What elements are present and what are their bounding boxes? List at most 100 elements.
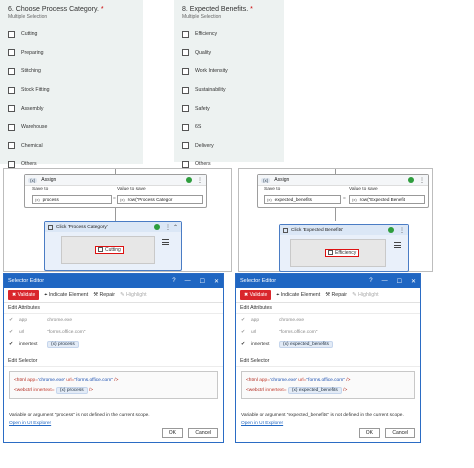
click-activity[interactable]: Click 'Process Category' ⋮ ⌃ Cutting (44, 221, 182, 271)
assign-activity[interactable]: (x) Assign ⋮ Save to Value to save (x) p… (24, 174, 207, 208)
attribute-row-url[interactable]: ✔ url "forms.office.com" (236, 326, 420, 338)
repair-button[interactable]: ⚒ Repair (325, 292, 347, 298)
validate-button[interactable]: ✖ Validate (8, 290, 40, 300)
selector-attr: innertext= (265, 387, 287, 393)
minimize-icon[interactable]: — (382, 278, 388, 285)
attr-name: url (251, 329, 257, 335)
option-efficiency[interactable]: Efficiency (182, 25, 276, 44)
option-label: Stock Fitting (21, 87, 50, 94)
check-icon[interactable]: ✔ (9, 342, 19, 347)
highlight-button[interactable]: ✎ Highlight (120, 292, 147, 298)
attribute-row-app[interactable]: ✔ app chrome.exe (4, 314, 223, 326)
selector-textbox[interactable]: <html app='chrome.exe' url= "forms.office… (241, 371, 415, 399)
open-ui-explorer-link[interactable]: Open in UI Explorer (4, 419, 223, 428)
maximize-icon[interactable]: ☐ (397, 278, 402, 285)
indicate-element-button[interactable]: ⌖ Indicate Element (276, 292, 320, 299)
checkbox[interactable] (8, 142, 15, 150)
option-assembly[interactable]: Assembly (8, 99, 135, 118)
cancel-button[interactable]: Cancel (385, 428, 415, 438)
save-to-label: Save to (32, 187, 49, 192)
option-warehouse[interactable]: Warehouse (8, 118, 135, 137)
minimize-icon[interactable]: — (185, 278, 191, 285)
value-to-save-field[interactable]: (x) row("Process Categor (117, 195, 203, 204)
selector-attr: app= (27, 377, 39, 383)
click-activity[interactable]: Click 'Expected Benefits' ⋮ Efficiency (279, 224, 409, 272)
question-text: 6. Choose Process Category. (8, 6, 99, 13)
highlight-button[interactable]: ✎ Highlight (352, 292, 379, 298)
checkbox[interactable] (8, 67, 15, 75)
variable-pill[interactable]: (x) process (47, 340, 79, 348)
option-chemical[interactable]: Chemical (8, 137, 135, 156)
edit-selector-header: Edit Selector (4, 356, 223, 367)
checkbox[interactable] (8, 49, 15, 57)
assign-activity[interactable]: (x) Assign ⋮ Save to Value to save (x) e… (257, 174, 429, 208)
option-cutting[interactable]: Cutting (8, 25, 135, 44)
checkbox[interactable] (8, 86, 15, 94)
more-options-icon[interactable]: ⋮ (197, 177, 203, 184)
question-subtitle: Multiple Selection (8, 14, 48, 20)
save-to-field[interactable]: (x) process (32, 195, 112, 204)
indicate-element-button[interactable]: ⌖ Indicate Element (44, 292, 88, 299)
close-icon[interactable]: ✕ (214, 278, 219, 285)
ok-button[interactable]: OK (161, 428, 183, 438)
check-icon[interactable]: ✔ (9, 318, 19, 323)
checkbox[interactable] (182, 142, 189, 150)
open-ui-explorer-link[interactable]: Open in UI Explorer (236, 419, 420, 428)
help-icon[interactable]: ? (172, 278, 175, 285)
selector-value: 'chrome.exe' (38, 377, 65, 383)
validate-button[interactable]: ✖ Validate (240, 290, 272, 300)
variable-pill[interactable]: (x) process (55, 386, 88, 394)
checkbox[interactable] (182, 123, 189, 131)
repair-button[interactable]: ⚒ Repair (93, 292, 115, 298)
maximize-icon[interactable]: ☐ (200, 278, 205, 285)
option-stock-fitting[interactable]: Stock Fitting (8, 81, 135, 100)
checkbox[interactable] (182, 49, 189, 57)
target-screenshot: Efficiency (290, 239, 386, 267)
collapse-icon[interactable]: ⌃ (173, 224, 178, 231)
editor-title: Selector Editor (8, 278, 45, 284)
menu-icon[interactable] (162, 239, 169, 247)
cancel-button[interactable]: Cancel (188, 428, 218, 438)
checkbox[interactable] (182, 67, 189, 75)
option-sustainability[interactable]: Sustainability (182, 81, 276, 100)
save-to-field[interactable]: (x) expected_benefits (264, 195, 341, 204)
checkbox[interactable] (8, 160, 15, 168)
check-icon[interactable]: ✔ (241, 318, 251, 323)
attr-value: "forms.office.com" (279, 329, 318, 335)
more-options-icon[interactable]: ⋮ (399, 227, 405, 234)
menu-icon[interactable] (394, 242, 401, 250)
checkbox[interactable] (8, 30, 15, 38)
attribute-row-innertext[interactable]: ✔ innertext (x) process (4, 338, 223, 350)
option-preparing[interactable]: Preparing (8, 44, 135, 63)
ok-button[interactable]: OK (358, 428, 380, 438)
variable-pill[interactable]: (x) expected_benefits (287, 386, 342, 394)
target-highlight: Efficiency (325, 249, 360, 257)
checkbox[interactable] (8, 123, 15, 131)
option-label: Work Intensity (195, 68, 228, 75)
selector-textbox[interactable]: <html app='chrome.exe' url= "forms.office… (9, 371, 218, 399)
check-icon[interactable]: ✔ (9, 330, 19, 335)
help-icon[interactable]: ? (369, 278, 372, 285)
checkbox[interactable] (8, 105, 15, 113)
attribute-row-innertext[interactable]: ✔ innertext (x) expected_benefits (236, 338, 420, 350)
attribute-row-app[interactable]: ✔ app chrome.exe (236, 314, 420, 326)
option-work-intensity[interactable]: Work Intensity (182, 62, 276, 81)
checkbox[interactable] (182, 105, 189, 113)
more-options-icon[interactable]: ⋮ (165, 224, 171, 231)
checkbox[interactable] (182, 86, 189, 94)
option-stitching[interactable]: Stitching (8, 62, 135, 81)
checkbox[interactable] (182, 30, 189, 38)
attribute-row-url[interactable]: ✔ url "forms.office.com" (4, 326, 223, 338)
selector-end: /> (343, 387, 348, 393)
check-icon[interactable]: ✔ (241, 342, 251, 347)
option-delivery[interactable]: Delivery (182, 137, 276, 156)
close-icon[interactable]: ✕ (411, 278, 416, 285)
more-options-icon[interactable]: ⋮ (419, 177, 425, 184)
option-safety[interactable]: Safety (182, 99, 276, 118)
checkbox[interactable] (182, 160, 189, 168)
value-to-save-field[interactable]: (x) row("Expected Benefit (349, 195, 425, 204)
check-icon[interactable]: ✔ (241, 330, 251, 335)
option-6s[interactable]: 6S (182, 118, 276, 137)
option-quality[interactable]: Quality (182, 44, 276, 63)
variable-pill[interactable]: (x) expected_benefits (279, 340, 333, 348)
